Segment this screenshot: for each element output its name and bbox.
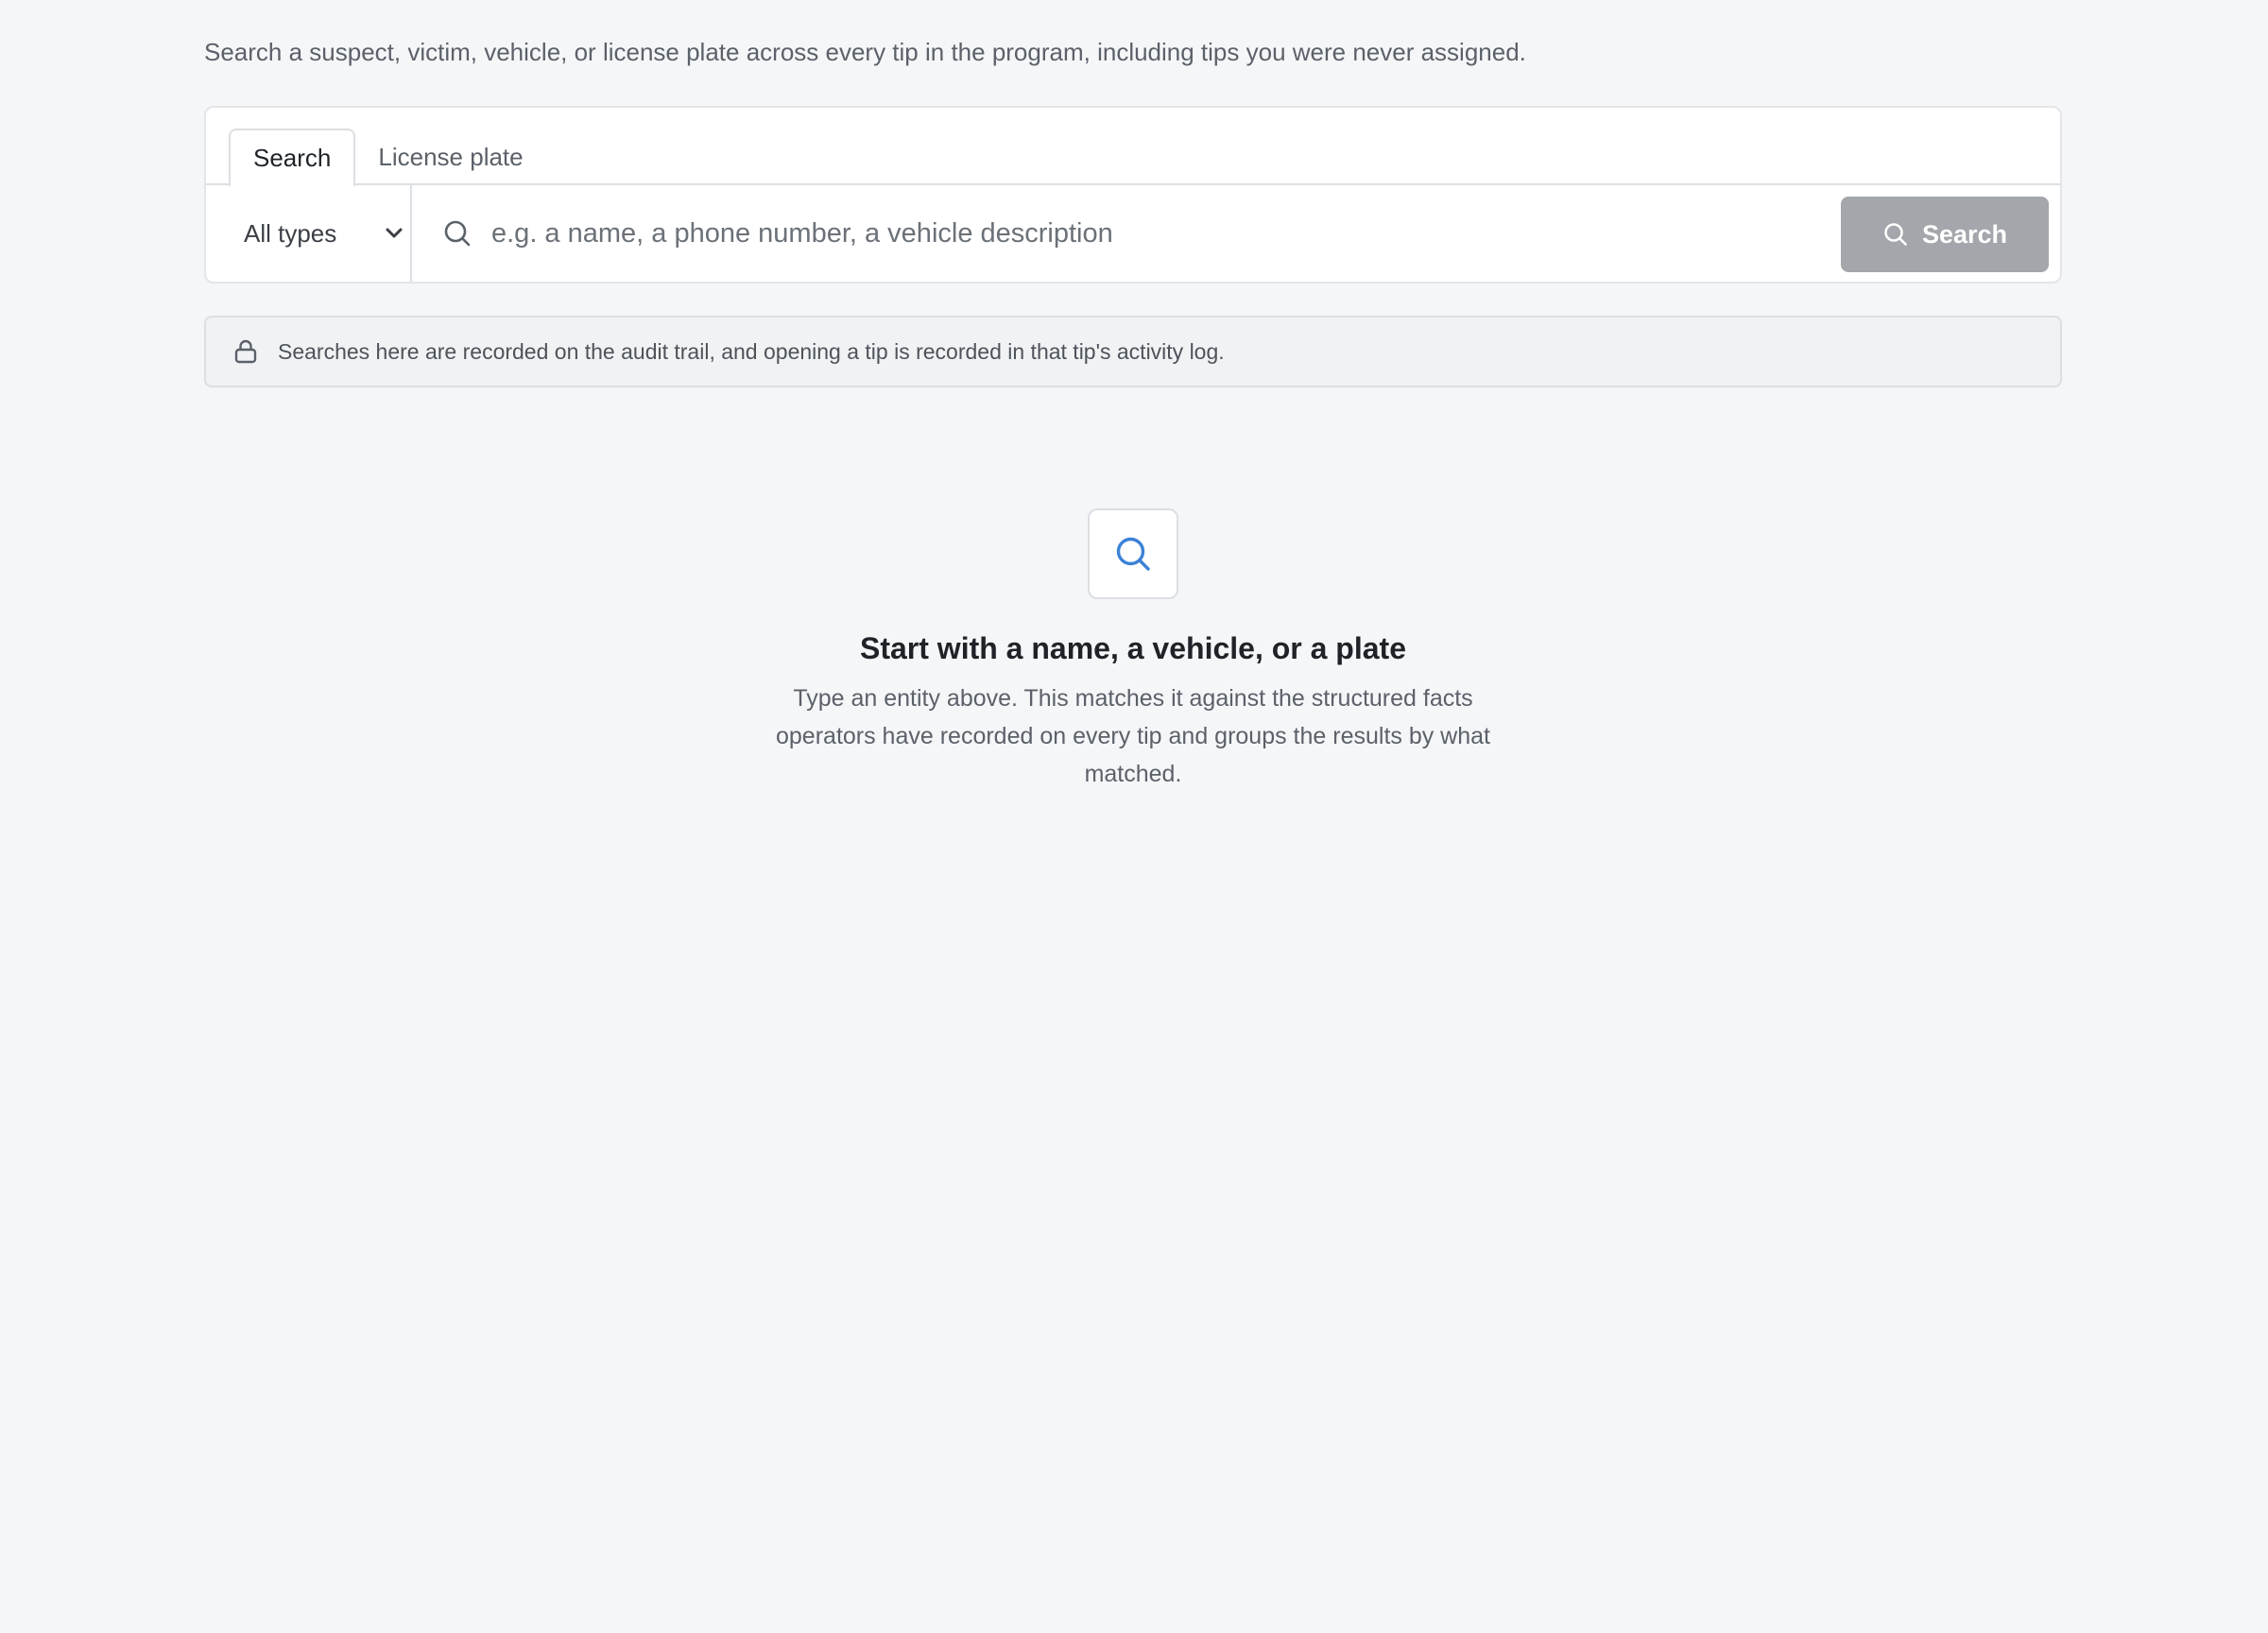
search-button-icon [1884,223,1907,246]
tab-search-label: Search [253,143,332,172]
empty-state-description: Type an entity above. This matches it ag… [776,685,1490,787]
page-intro: Search a suspect, victim, vehicle, or li… [204,38,1526,66]
entity-type-value: All types [244,218,337,248]
entity-type-select[interactable]: All types [206,185,412,282]
search-icon [1116,537,1150,571]
empty-state-icon-box [1088,508,1178,599]
search-row: All types Search [206,185,2060,282]
search-icon [444,220,471,247]
tab-license-plate-label: License plate [378,142,524,171]
tab-license-plate[interactable]: License plate [355,129,545,185]
lock-icon [234,339,257,364]
tab-search[interactable]: Search [229,129,356,187]
audit-notice: Searches here are recorded on the audit … [204,316,2062,387]
search-button[interactable]: Search [1841,197,2049,272]
search-input[interactable] [491,185,2060,282]
search-tabs: Search License plate [229,129,546,187]
empty-state-title: Start with a name, a vehicle, or a plate [860,631,1406,665]
chevron-down-icon [386,228,403,238]
search-panel: Search License plate All types e.g. a na… [204,106,2062,284]
search-input-wrapper: Search [412,185,2060,282]
audit-notice-text: Searches here are recorded on the audit … [278,338,1225,364]
empty-state: Start with a name, a vehicle, or a plate… [204,508,2062,793]
search-button-label: Search [1921,219,2008,249]
